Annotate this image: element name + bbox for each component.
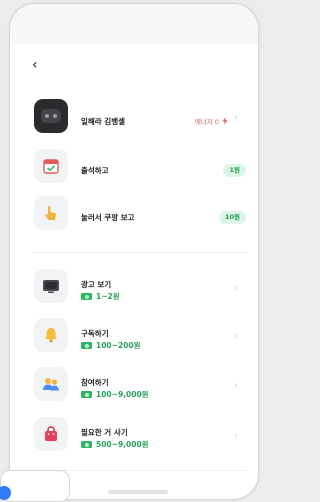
robot-avatar — [34, 99, 68, 133]
chevron-right-icon: › — [234, 283, 238, 293]
energy-label: 에너지 0 — [194, 118, 219, 126]
reward-badge: 1원 — [223, 164, 246, 177]
cash-icon — [81, 391, 92, 398]
ad-monitor-icon — [34, 269, 68, 303]
mission-reward: 100~9,000원 — [81, 389, 149, 400]
list-item-watch-ad[interactable]: 광고 보기 1~2원 › — [10, 269, 258, 309]
mission-reward: 100~200원 — [81, 340, 141, 351]
mission-title: 참여하기 — [81, 378, 109, 387]
cash-icon — [81, 293, 92, 300]
list-item-attendance[interactable]: 출석하고 1원 — [10, 149, 258, 189]
reward-text: 100~200원 — [96, 341, 141, 350]
cash-icon — [81, 342, 92, 349]
chevron-right-icon: › — [234, 113, 238, 123]
tap-hand-icon — [34, 196, 68, 230]
mission-reward: 1~2원 — [81, 291, 120, 302]
floating-card[interactable] — [0, 470, 70, 502]
mission-reward: 500~9,000원 — [81, 439, 149, 450]
list-item-coupang[interactable]: 눌러서 쿠팡 보고 10원 — [10, 196, 258, 236]
profile-row[interactable]: 일해라 김뱅셀 에너지 0 › — [10, 99, 258, 139]
phone-frame: ‹ 일해라 김뱅셀 에너지 0 › 출석하고 1원 눌러서 쿠팡 보고 10원 … — [9, 3, 259, 500]
reward-text: 1~2원 — [96, 292, 120, 301]
profile-name: 일해라 김뱅셀 — [81, 117, 126, 126]
chevron-right-icon: › — [234, 431, 238, 441]
section-divider — [32, 252, 246, 253]
mission-title: 필요한 거 사기 — [81, 428, 128, 437]
shopping-bag-icon — [34, 417, 68, 451]
bottom-partial-card — [108, 490, 168, 494]
mission-title: 광고 보기 — [81, 280, 112, 289]
reward-text: 100~9,000원 — [96, 390, 149, 399]
status-bar — [10, 4, 258, 44]
list-item-subscribe[interactable]: 구독하기 100~200원 › — [10, 318, 258, 358]
cash-icon — [81, 441, 92, 448]
energy-indicator[interactable]: 에너지 0 — [195, 116, 228, 126]
blue-dot-icon — [0, 486, 11, 500]
bell-icon — [34, 318, 68, 352]
list-item-shopping[interactable]: 필요한 거 사기 500~9,000원 › — [10, 417, 258, 457]
task-title: 출석하고 — [81, 166, 109, 175]
lightning-icon — [222, 117, 228, 125]
reward-text: 500~9,000원 — [96, 440, 149, 449]
list-item-participate[interactable]: 참여하기 100~9,000원 › — [10, 367, 258, 407]
task-title: 눌러서 쿠팡 보고 — [81, 213, 135, 222]
chevron-right-icon: › — [234, 332, 238, 342]
people-icon — [34, 367, 68, 401]
chevron-right-icon: › — [234, 381, 238, 391]
reward-badge: 10원 — [218, 211, 246, 224]
mission-title: 구독하기 — [81, 329, 109, 338]
calendar-check-icon — [34, 149, 68, 183]
back-arrow-icon[interactable]: ‹ — [32, 58, 38, 72]
